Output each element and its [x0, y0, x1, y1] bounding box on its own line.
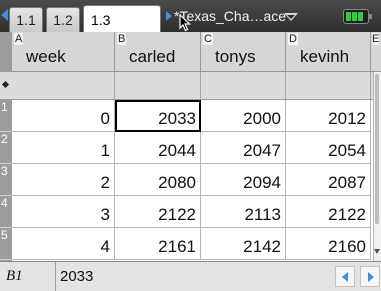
spreadsheet: A week B carled C tonys D kevinh E 1 0 203… — [0, 32, 381, 261]
column-header-d[interactable]: D kevinh — [286, 32, 371, 72]
scroll-down-arrow-icon[interactable] — [374, 249, 380, 254]
dropdown-triangle-icon[interactable] — [284, 13, 298, 21]
cell-b2[interactable]: 2044 — [115, 132, 201, 164]
previous-cell-button[interactable] — [335, 266, 355, 287]
formula-cell-c[interactable] — [201, 72, 286, 99]
cell-d1[interactable]: 2012 — [286, 100, 371, 132]
column-letter: B — [117, 33, 127, 45]
cell-entry-field[interactable]: 2033 — [60, 262, 93, 291]
previous-page-icon[interactable] — [1, 9, 8, 21]
column-name: week — [26, 47, 66, 66]
column-letter: E — [372, 33, 380, 45]
column-letter: D — [288, 33, 298, 45]
cell-b3[interactable]: 2080 — [115, 164, 201, 196]
cell-a3[interactable]: 2 — [12, 164, 115, 196]
column-header-a[interactable]: A week — [12, 32, 115, 72]
cell-d2[interactable]: 2054 — [286, 132, 371, 164]
cell-reference: B1 — [0, 262, 56, 291]
column-name: tonys — [215, 47, 256, 66]
cell-a4[interactable]: 3 — [12, 196, 115, 228]
cell-b1[interactable]: 2033 — [115, 100, 201, 132]
cell-a1[interactable]: 0 — [12, 100, 115, 132]
column-name: kevinh — [300, 47, 350, 66]
tab-1-3[interactable]: 1.3 — [83, 5, 161, 32]
formula-row — [0, 72, 381, 100]
diamond-icon — [1, 80, 10, 89]
cell-b5[interactable]: 2161 — [115, 228, 201, 260]
formula-cell-d[interactable] — [286, 72, 371, 99]
cell-a5[interactable]: 4 — [12, 228, 115, 260]
row-number[interactable]: 2 — [0, 132, 12, 164]
row-number[interactable]: 3 — [0, 164, 12, 196]
cell-b4[interactable]: 2122 — [115, 196, 201, 228]
cell-c4[interactable]: 2113 — [201, 196, 286, 228]
next-page-icon[interactable] — [166, 11, 172, 21]
cell-c3[interactable]: 2094 — [201, 164, 286, 196]
cell-d4[interactable]: 2122 — [286, 196, 371, 228]
right-triangle-icon — [368, 272, 374, 282]
tab-1-1[interactable]: 1.1 — [9, 7, 43, 32]
tab-1-2[interactable]: 1.2 — [46, 7, 80, 32]
cell-a2[interactable]: 1 — [12, 132, 115, 164]
title-bar: 1.1 1.2 1.3 *Texas_Cha…ace — [0, 0, 381, 32]
formula-cell-b[interactable] — [115, 72, 201, 99]
next-cell-button[interactable] — [360, 266, 380, 287]
column-letter: A — [14, 33, 24, 45]
battery-icon — [343, 9, 372, 24]
cell-d5[interactable]: 2160 — [286, 228, 371, 260]
row-number[interactable]: 5 — [0, 228, 12, 260]
column-header-b[interactable]: B carled — [115, 32, 201, 72]
column-header-e[interactable]: E — [371, 32, 381, 72]
cell-c2[interactable]: 2047 — [201, 132, 286, 164]
left-triangle-icon — [342, 272, 348, 282]
mouse-pointer-icon — [179, 14, 191, 32]
scrollbar-thumb[interactable] — [375, 74, 379, 224]
row-number[interactable]: 1 — [0, 100, 12, 132]
cell-c1[interactable]: 2000 — [201, 100, 286, 132]
cell-c5[interactable]: 2142 — [201, 228, 286, 260]
formula-cell-a[interactable] — [12, 72, 115, 99]
tab-1-3-label: 1.3 — [91, 12, 111, 28]
column-header-c[interactable]: C tonys — [201, 32, 286, 72]
column-name: carled — [129, 47, 176, 66]
column-letter: C — [203, 33, 213, 45]
cell-d3[interactable]: 2087 — [286, 164, 371, 196]
row-number[interactable]: 4 — [0, 196, 12, 228]
entry-bar: B1 2033 — [0, 261, 381, 291]
